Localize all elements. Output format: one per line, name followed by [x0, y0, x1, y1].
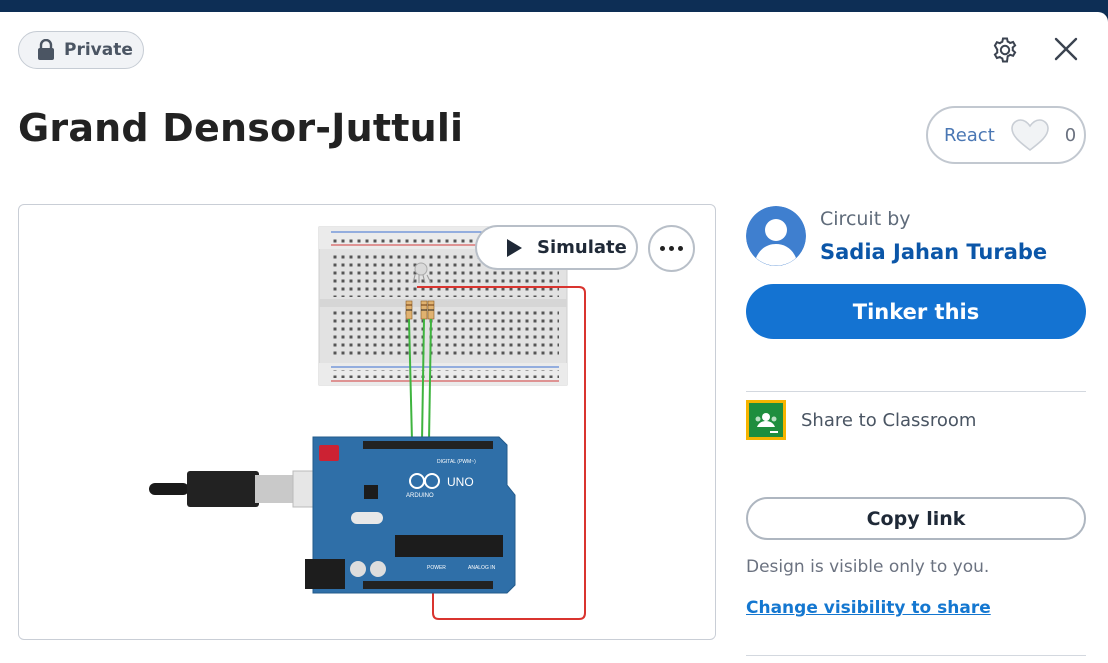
gear-icon[interactable] — [990, 35, 1020, 65]
copy-link-button[interactable]: Copy link — [746, 497, 1086, 540]
react-label: React — [944, 124, 995, 146]
design-title: Grand Densor-Juttuli — [18, 106, 464, 150]
visibility-note: Design is visible only to you. — [746, 557, 990, 577]
react-button[interactable]: React 0 — [926, 106, 1086, 164]
divider — [746, 655, 1086, 656]
divider — [746, 391, 1086, 392]
visibility-badge[interactable]: Private — [18, 31, 144, 69]
usb-cable — [149, 470, 342, 508]
lock-icon — [38, 39, 54, 60]
avatar[interactable] — [746, 206, 806, 266]
change-visibility-link[interactable]: Change visibility to share — [746, 598, 991, 618]
svg-text:ARDUINO: ARDUINO — [406, 493, 434, 499]
simulate-button[interactable]: Simulate — [475, 225, 638, 270]
svg-text:DIGITAL (PWM~): DIGITAL (PWM~) — [437, 459, 476, 465]
svg-text:POWER: POWER — [427, 565, 446, 571]
svg-text:ANALOG IN: ANALOG IN — [468, 565, 496, 571]
tinker-this-button[interactable]: Tinker this — [746, 284, 1086, 339]
circuit-diagram: UNO ARDUINO DIGITAL (PWM~) POWER ANALOG … — [149, 226, 586, 620]
google-classroom-icon — [746, 400, 786, 440]
circuit-by-label: Circuit by — [820, 208, 911, 230]
react-count: 0 — [1064, 124, 1077, 146]
simulate-label: Simulate — [537, 237, 627, 258]
more-options-icon — [660, 246, 665, 251]
arduino-uno: UNO ARDUINO DIGITAL (PWM~) POWER ANALOG … — [305, 436, 516, 594]
user-icon — [746, 206, 806, 266]
svg-text:UNO: UNO — [447, 475, 474, 489]
more-options-button[interactable] — [648, 225, 695, 272]
play-icon — [507, 238, 522, 257]
heart-icon — [1010, 119, 1049, 152]
visibility-label: Private — [64, 40, 133, 60]
close-icon[interactable] — [1052, 35, 1080, 63]
author-name-link[interactable]: Sadia Jahan Turabe — [820, 240, 1047, 264]
share-to-classroom-label: Share to Classroom — [801, 409, 977, 431]
share-to-classroom-button[interactable]: Share to Classroom — [746, 400, 976, 440]
